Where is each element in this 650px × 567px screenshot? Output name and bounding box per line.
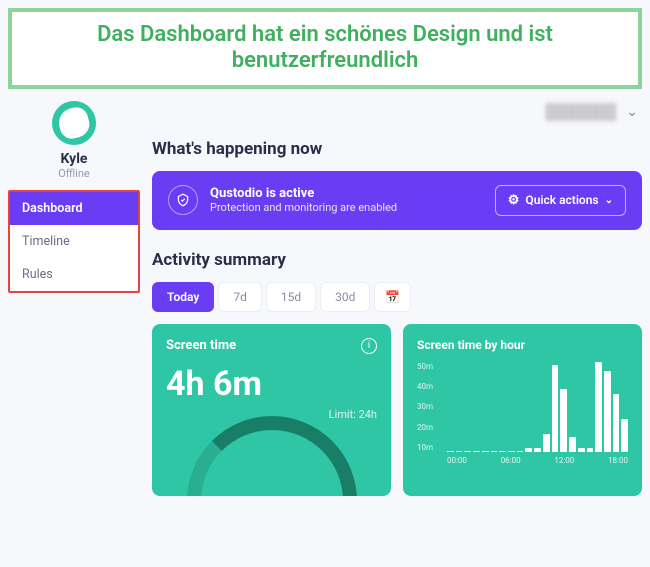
avatar [52, 101, 96, 145]
info-icon[interactable]: i [361, 338, 377, 354]
x-axis: 00:00 06:00 12:00 18:00 [417, 456, 628, 465]
status-bar: Qustodio is active Protection and monito… [152, 171, 642, 230]
main-content: ⌄ What's happening now Qustodio is activ… [152, 97, 642, 558]
chart-bar [560, 389, 567, 452]
sidebar-item-timeline[interactable]: Timeline [10, 225, 138, 258]
hourly-card[interactable]: Screen time by hour 50m 40m 30m 20m 10m … [403, 324, 642, 496]
chart-bar [552, 365, 559, 451]
section-activity-title: Activity summary [152, 250, 642, 270]
y-tick: 50m [417, 362, 433, 371]
chart-bar [491, 451, 498, 452]
chevron-down-icon: ⌄ [605, 195, 613, 206]
y-axis: 50m 40m 30m 20m 10m [417, 362, 433, 452]
sidebar: Kyle Offline Dashboard Timeline Rules [8, 97, 140, 558]
section-happening-title: What's happening now [152, 139, 642, 159]
chart-bar [482, 451, 489, 452]
chevron-down-icon[interactable]: ⌄ [626, 104, 638, 120]
y-tick: 30m [417, 402, 433, 411]
tab-calendar[interactable]: 📅 [374, 282, 411, 312]
status-text: Qustodio is active Protection and monito… [210, 186, 483, 214]
x-tick: 00:00 [447, 456, 467, 465]
time-range-tabs: Today 7d 15d 30d 📅 [152, 282, 642, 312]
account-name-redacted [546, 103, 616, 121]
x-tick: 12:00 [554, 456, 574, 465]
tab-today[interactable]: Today [152, 282, 214, 312]
chart-bar [499, 451, 506, 452]
quick-actions-label: Quick actions [525, 193, 598, 207]
screen-time-value: 4h 6m [166, 364, 377, 404]
sidebar-item-rules[interactable]: Rules [10, 258, 138, 291]
chart-bar [569, 437, 576, 451]
calendar-icon: 📅 [385, 290, 400, 304]
chart-bar [473, 451, 480, 452]
sidebar-item-dashboard[interactable]: Dashboard [10, 192, 138, 225]
chart-bar [534, 448, 541, 452]
chart-bar [587, 448, 594, 452]
app-frame: Kyle Offline Dashboard Timeline Rules ⌄ … [0, 97, 650, 566]
status-subtitle: Protection and monitoring are enabled [210, 201, 483, 214]
annotation-banner: Das Dashboard hat ein schönes Design und… [8, 8, 642, 89]
x-tick: 18:00 [608, 456, 628, 465]
status-title: Qustodio is active [210, 186, 483, 201]
chart-bar [508, 451, 515, 452]
chart-bar [578, 448, 585, 452]
chart-bar [517, 451, 524, 452]
chart-bar [456, 451, 463, 452]
profile-status: Offline [58, 167, 90, 180]
sidebar-nav: Dashboard Timeline Rules [8, 190, 140, 293]
chart-bar [543, 434, 550, 452]
tab-7d[interactable]: 7d [218, 282, 262, 312]
shield-icon [168, 185, 198, 215]
chart-bar [595, 362, 602, 452]
tab-30d[interactable]: 30d [320, 282, 370, 312]
gear-icon: ⚙ [508, 193, 520, 208]
quick-actions-button[interactable]: ⚙ Quick actions ⌄ [495, 185, 626, 216]
hourly-title: Screen time by hour [417, 338, 525, 352]
activity-cards: Screen time i 4h 6m Limit: 24h Screen ti… [152, 324, 642, 496]
screen-time-title: Screen time [166, 338, 236, 353]
tab-15d[interactable]: 15d [266, 282, 316, 312]
chart-bar [464, 451, 471, 452]
chart-bar [525, 448, 532, 452]
hourly-chart: 50m 40m 30m 20m 10m [417, 362, 628, 452]
chart-bar [447, 451, 454, 452]
progress-arc [187, 416, 357, 496]
topbar: ⌄ [152, 97, 642, 139]
profile-block[interactable]: Kyle Offline [8, 97, 140, 190]
chart-bar [613, 394, 620, 452]
profile-name: Kyle [61, 151, 88, 167]
chart-bar [621, 419, 628, 451]
screen-time-card[interactable]: Screen time i 4h 6m Limit: 24h [152, 324, 391, 496]
y-tick: 20m [417, 423, 433, 432]
y-tick: 10m [417, 443, 433, 452]
y-tick: 40m [417, 382, 433, 391]
x-tick: 06:00 [501, 456, 521, 465]
chart-bar [604, 371, 611, 452]
